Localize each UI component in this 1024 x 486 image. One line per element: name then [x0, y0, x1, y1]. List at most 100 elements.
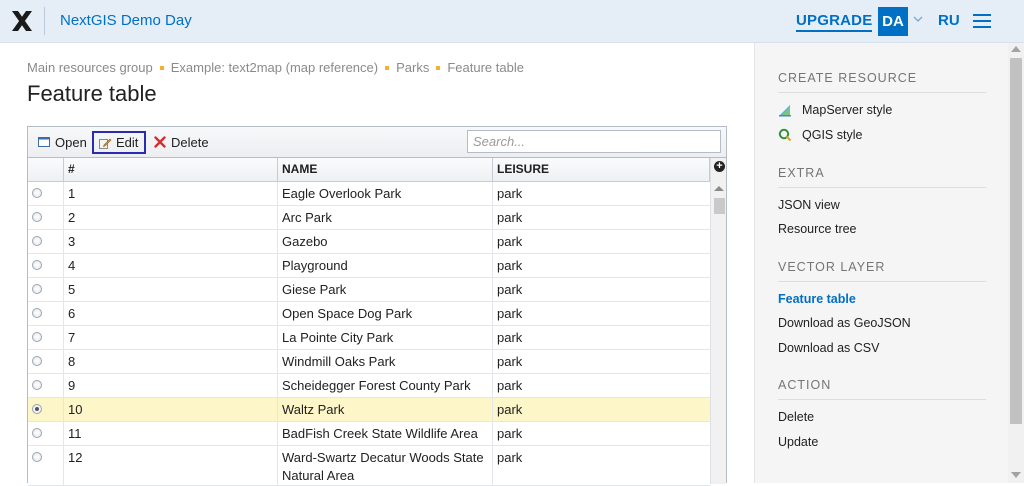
row-radio[interactable] — [32, 356, 42, 366]
open-button[interactable]: Open — [32, 131, 94, 154]
sidebar-item-label: QGIS style — [802, 128, 863, 142]
cell-name: Eagle Overlook Park — [278, 182, 493, 205]
sidebar-item-label: MapServer style — [802, 103, 893, 117]
row-select-cell[interactable] — [28, 350, 64, 373]
table-row[interactable]: 8 Windmill Oaks Park park — [28, 350, 710, 374]
nextgis-logo-icon[interactable] — [10, 9, 34, 33]
row-select-cell[interactable] — [28, 254, 64, 277]
grid-scrollbar[interactable]: + — [710, 158, 726, 484]
table-row[interactable]: 12 Ward-Swartz Decatur Woods State Natura… — [28, 446, 710, 486]
grid-toolbar: Open Edit Delete — [28, 127, 726, 158]
breadcrumb-separator — [385, 65, 390, 70]
sidebar-item-update[interactable]: Update — [778, 435, 818, 449]
hamburger-menu-icon[interactable] — [973, 14, 991, 28]
cell-leisure: park — [497, 402, 523, 417]
row-radio[interactable] — [32, 188, 42, 198]
table-header-row: # NAME LEISURE — [28, 158, 710, 182]
cell-leisure: park — [497, 354, 523, 369]
breadcrumb-item[interactable]: Example: text2map (map reference) — [171, 60, 378, 75]
row-radio[interactable] — [32, 308, 42, 318]
user-avatar[interactable]: DA — [878, 7, 908, 36]
cell-name: Open Space Dog Park — [278, 302, 493, 325]
language-switcher[interactable]: RU — [938, 12, 960, 29]
cell-leisure: park — [497, 330, 523, 345]
cell-name: BadFish Creek State Wildlife Area — [278, 422, 493, 445]
table-row[interactable]: 2 Arc Park park — [28, 206, 710, 230]
table-row[interactable]: 7 La Pointe City Park park — [28, 326, 710, 350]
row-select-cell[interactable] — [28, 278, 64, 301]
cell-id: 3 — [64, 230, 278, 253]
row-radio[interactable] — [32, 284, 42, 294]
breadcrumb: Main resources group Example: text2map (m… — [27, 60, 524, 75]
breadcrumb-item[interactable]: Parks — [396, 60, 429, 75]
sidebar-item-feature-table[interactable]: Feature table — [778, 292, 856, 306]
column-menu-icon[interactable]: + — [714, 161, 725, 172]
main-content: Main resources group Example: text2map (m… — [0, 43, 754, 486]
edit-button-label: Edit — [116, 135, 139, 150]
cell-name: Scheidegger Forest County Park — [278, 374, 493, 397]
row-select-cell[interactable] — [28, 182, 64, 205]
grid-scrollbar-thumb[interactable] — [714, 198, 725, 214]
cell-id: 1 — [64, 182, 278, 205]
page-scrollbar-thumb[interactable] — [1010, 58, 1022, 424]
delete-x-icon — [154, 136, 166, 148]
table-row[interactable]: 9 Scheidegger Forest County Park park — [28, 374, 710, 398]
cell-id: 11 — [64, 422, 278, 445]
row-select-cell[interactable] — [28, 446, 64, 485]
upgrade-link[interactable]: UPGRADE — [796, 12, 873, 32]
header-cell-leisure[interactable]: LEISURE — [493, 158, 710, 181]
row-select-cell[interactable] — [28, 230, 64, 253]
table-row[interactable]: 11 BadFish Creek State Wildlife Area park — [28, 422, 710, 446]
row-radio[interactable] — [32, 212, 42, 222]
cell-name: La Pointe City Park — [278, 326, 493, 349]
header-cell-name[interactable]: NAME — [278, 158, 493, 181]
app-title[interactable]: NextGIS Demo Day — [60, 12, 192, 29]
row-radio[interactable] — [32, 428, 42, 438]
sidebar-item-download-geojson[interactable]: Download as GeoJSON — [778, 316, 911, 330]
chevron-down-icon[interactable] — [913, 14, 923, 24]
cell-name: Giese Park — [278, 278, 493, 301]
row-radio[interactable] — [32, 260, 42, 270]
grid-scroll-up-icon[interactable] — [714, 186, 724, 191]
cell-id: 4 — [64, 254, 278, 277]
header-cell-id[interactable]: # — [64, 158, 278, 181]
row-select-cell[interactable] — [28, 374, 64, 397]
scroll-up-arrow-icon[interactable] — [1011, 46, 1021, 52]
search-input[interactable] — [467, 130, 721, 153]
feature-grid: Open Edit Delete # NAME — [27, 126, 727, 486]
table-row[interactable]: 6 Open Space Dog Park park — [28, 302, 710, 326]
page-title: Feature table — [27, 81, 157, 106]
mapserver-style-icon — [779, 105, 791, 117]
scroll-down-arrow-icon[interactable] — [1011, 472, 1021, 478]
sidebar-item-download-csv[interactable]: Download as CSV — [778, 341, 879, 355]
row-radio[interactable] — [32, 236, 42, 246]
edit-button[interactable]: Edit — [92, 131, 147, 154]
delete-button[interactable]: Delete — [148, 131, 216, 154]
row-select-cell[interactable] — [28, 326, 64, 349]
sidebar-item-json-view[interactable]: JSON view — [778, 198, 840, 212]
row-select-cell[interactable] — [28, 398, 64, 421]
sidebar-item-qgis-style[interactable]: QGIS style — [778, 128, 862, 142]
row-radio[interactable] — [32, 452, 42, 462]
sidebar-item-delete[interactable]: Delete — [778, 410, 814, 424]
table-row[interactable]: 1 Eagle Overlook Park park — [28, 182, 710, 206]
row-radio[interactable] — [32, 404, 42, 414]
table-row[interactable]: 10 Waltz Park park — [28, 398, 710, 422]
breadcrumb-item[interactable]: Main resources group — [27, 60, 153, 75]
row-select-cell[interactable] — [28, 206, 64, 229]
cell-leisure: park — [497, 210, 523, 225]
breadcrumb-separator — [159, 65, 164, 70]
sidebar-item-mapserver-style[interactable]: MapServer style — [778, 103, 892, 117]
row-select-cell[interactable] — [28, 302, 64, 325]
breadcrumb-current: Feature table — [447, 60, 524, 75]
row-radio[interactable] — [32, 332, 42, 342]
cell-id: 5 — [64, 278, 278, 301]
row-select-cell[interactable] — [28, 422, 64, 445]
sidebar-item-resource-tree[interactable]: Resource tree — [778, 222, 857, 236]
table-row[interactable]: 3 Gazebo park — [28, 230, 710, 254]
table-row[interactable]: 4 Playground park — [28, 254, 710, 278]
right-sidebar: CREATE RESOURCE MapServer style QGIS sty… — [754, 43, 1008, 483]
row-radio[interactable] — [32, 380, 42, 390]
delete-button-label: Delete — [171, 135, 209, 150]
table-row[interactable]: 5 Giese Park park — [28, 278, 710, 302]
